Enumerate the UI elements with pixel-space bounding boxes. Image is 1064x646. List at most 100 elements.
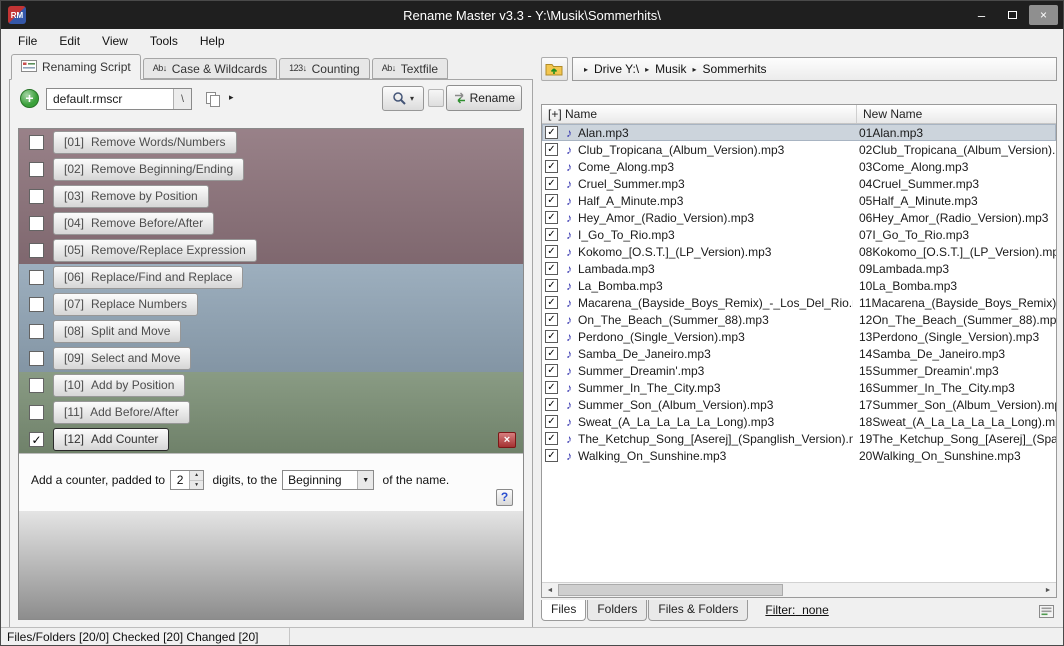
menu-file[interactable]: File <box>7 30 48 52</box>
preview-search-button[interactable]: ▾ <box>382 86 424 111</box>
copy-script-button[interactable] <box>200 87 226 111</box>
minimize-button[interactable]: – <box>967 5 996 25</box>
scroll-left-icon[interactable]: ◄ <box>542 583 558 597</box>
close-button[interactable]: × <box>1029 5 1058 25</box>
rule-button[interactable]: [07]Replace Numbers <box>53 293 198 316</box>
file-row[interactable]: ✓ ♪ Samba_De_Janeiro.mp3 14Samba_De_Jane… <box>542 345 1056 362</box>
rule-button[interactable]: [06]Replace/Find and Replace <box>53 266 243 289</box>
rule-button[interactable]: [05]Remove/Replace Expression <box>53 239 257 262</box>
rule-button[interactable]: [10]Add by Position <box>53 374 185 397</box>
rule-button[interactable]: [02]Remove Beginning/Ending <box>53 158 244 181</box>
file-checkbox[interactable]: ✓ <box>545 211 558 224</box>
file-row[interactable]: ✓ ♪ Walking_On_Sunshine.mp3 20Walking_On… <box>542 447 1056 464</box>
rule-checkbox[interactable] <box>29 378 44 393</box>
file-checkbox[interactable]: ✓ <box>545 398 558 411</box>
rule-checkbox[interactable] <box>29 216 44 231</box>
file-row[interactable]: ✓ ♪ Kokomo_[O.S.T.]_(LP_Version).mp3 08K… <box>542 243 1056 260</box>
file-row[interactable]: ✓ ♪ On_The_Beach_(Summer_88).mp3 12On_Th… <box>542 311 1056 328</box>
add-script-button[interactable]: + <box>20 89 39 108</box>
breadcrumb-item[interactable]: Sommerhits <box>703 62 767 76</box>
file-checkbox[interactable]: ✓ <box>545 296 558 309</box>
menu-view[interactable]: View <box>91 30 139 52</box>
help-button[interactable]: ? <box>496 489 513 506</box>
spinner-up-icon[interactable]: ▲ <box>190 471 203 481</box>
maximize-button[interactable] <box>998 5 1027 25</box>
file-row[interactable]: ✓ ♪ Club_Tropicana_(Album_Version).mp3 0… <box>542 141 1056 158</box>
preview-options-button[interactable] <box>428 89 444 107</box>
rename-button[interactable]: Rename <box>446 85 522 111</box>
list-tab-files[interactable]: Files <box>541 600 586 621</box>
expand-caret-icon[interactable]: ▸ <box>229 92 234 103</box>
close-rule-icon[interactable]: × <box>498 432 516 448</box>
rule-checkbox[interactable] <box>29 324 44 339</box>
rule-checkbox[interactable] <box>29 297 44 312</box>
rule-button[interactable]: [03]Remove by Position <box>53 185 209 208</box>
position-dropdown[interactable]: Beginning▼ <box>282 470 374 490</box>
tab-textfile[interactable]: Ab↓ Textfile <box>372 58 448 79</box>
file-row[interactable]: ✓ ♪ Macarena_(Bayside_Boys_Remix)_-_Los_… <box>542 294 1056 311</box>
spinner-down-icon[interactable]: ▼ <box>190 481 203 490</box>
column-header-new-name[interactable]: New Name <box>857 105 1056 123</box>
rule-checkbox[interactable] <box>29 135 44 150</box>
rule-button[interactable]: [12]Add Counter <box>53 428 169 451</box>
tab-renaming-script[interactable]: Renaming Script <box>11 54 141 80</box>
digits-stepper[interactable]: 2▲▼ <box>170 470 204 490</box>
title-bar[interactable]: RM Rename Master v3.3 - Y:\Musik\Sommerh… <box>1 1 1063 29</box>
tab-case-wildcards[interactable]: Ab↓ Case & Wildcards <box>143 58 277 79</box>
menu-help[interactable]: Help <box>189 30 236 52</box>
rule-button[interactable]: [04]Remove Before/After <box>53 212 214 235</box>
file-row[interactable]: ✓ ♪ Cruel_Summer.mp3 04Cruel_Summer.mp3 <box>542 175 1056 192</box>
file-row[interactable]: ✓ ♪ Come_Along.mp3 03Come_Along.mp3 <box>542 158 1056 175</box>
file-checkbox[interactable]: ✓ <box>545 126 558 139</box>
file-checkbox[interactable]: ✓ <box>545 177 558 190</box>
rule-checkbox[interactable] <box>29 351 44 366</box>
file-checkbox[interactable]: ✓ <box>545 262 558 275</box>
rule-checkbox[interactable] <box>29 243 44 258</box>
rule-checkbox[interactable]: ✓ <box>29 432 44 447</box>
breadcrumb-item[interactable]: Musik <box>655 62 686 76</box>
file-checkbox[interactable]: ✓ <box>545 381 558 394</box>
file-row[interactable]: ✓ ♪ La_Bomba.mp3 10La_Bomba.mp3 <box>542 277 1056 294</box>
file-checkbox[interactable]: ✓ <box>545 347 558 360</box>
tab-counting[interactable]: 123↓ Counting <box>279 58 370 79</box>
script-selector[interactable]: default.rmscr \ <box>46 88 192 110</box>
rule-button[interactable]: [08]Split and Move <box>53 320 181 343</box>
scrollbar-thumb[interactable] <box>558 584 783 596</box>
file-checkbox[interactable]: ✓ <box>545 415 558 428</box>
file-row[interactable]: ✓ ♪ Perdono_(Single_Version).mp3 13Perdo… <box>542 328 1056 345</box>
file-checkbox[interactable]: ✓ <box>545 432 558 445</box>
rule-button[interactable]: [01]Remove Words/Numbers <box>53 131 237 154</box>
file-row[interactable]: ✓ ♪ I_Go_To_Rio.mp3 07I_Go_To_Rio.mp3 <box>542 226 1056 243</box>
rule-button[interactable]: [11]Add Before/After <box>53 401 190 424</box>
menu-tools[interactable]: Tools <box>139 30 189 52</box>
rule-checkbox[interactable] <box>29 405 44 420</box>
folder-up-button[interactable] <box>541 57 568 81</box>
file-row[interactable]: ✓ ♪ The_Ketchup_Song_[Aserej]_(Spanglish… <box>542 430 1056 447</box>
file-row[interactable]: ✓ ♪ Hey_Amor_(Radio_Version).mp3 06Hey_A… <box>542 209 1056 226</box>
file-row[interactable]: ✓ ♪ Sweat_(A_La_La_La_La_Long).mp3 18Swe… <box>542 413 1056 430</box>
file-checkbox[interactable]: ✓ <box>545 449 558 462</box>
rule-checkbox[interactable] <box>29 162 44 177</box>
filter-control[interactable]: Filter: none <box>765 600 828 617</box>
list-options-button[interactable] <box>1037 603 1056 619</box>
file-checkbox[interactable]: ✓ <box>545 143 558 156</box>
horizontal-scrollbar[interactable]: ◄ ► <box>542 582 1056 597</box>
file-checkbox[interactable]: ✓ <box>545 279 558 292</box>
rule-checkbox[interactable] <box>29 189 44 204</box>
file-checkbox[interactable]: ✓ <box>545 228 558 241</box>
file-checkbox[interactable]: ✓ <box>545 364 558 377</box>
file-row[interactable]: ✓ ♪ Summer_In_The_City.mp3 16Summer_In_T… <box>542 379 1056 396</box>
menu-edit[interactable]: Edit <box>48 30 91 52</box>
search-dropdown-icon[interactable]: ▾ <box>410 94 414 103</box>
list-tab-files-folders[interactable]: Files & Folders <box>648 600 748 621</box>
column-header-name[interactable]: [+] Name <box>542 105 857 123</box>
scrollbar-track[interactable] <box>783 583 1040 597</box>
file-checkbox[interactable]: ✓ <box>545 330 558 343</box>
script-browse-icon[interactable]: \ <box>173 89 191 109</box>
file-checkbox[interactable]: ✓ <box>545 313 558 326</box>
file-row[interactable]: ✓ ♪ Lambada.mp3 09Lambada.mp3 <box>542 260 1056 277</box>
file-checkbox[interactable]: ✓ <box>545 245 558 258</box>
list-tab-folders[interactable]: Folders <box>587 600 647 621</box>
file-checkbox[interactable]: ✓ <box>545 194 558 207</box>
file-row[interactable]: ✓ ♪ Summer_Son_(Album_Version).mp3 17Sum… <box>542 396 1056 413</box>
